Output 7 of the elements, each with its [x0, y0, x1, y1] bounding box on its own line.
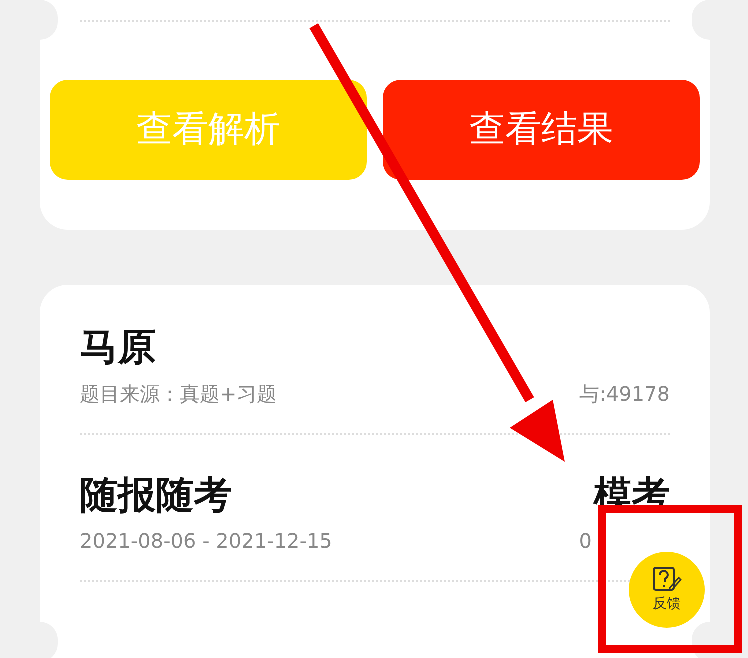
participant-count: 与:49178: [580, 380, 670, 408]
exam-title: 随报随考: [80, 472, 232, 518]
feedback-icon: [652, 566, 682, 594]
result-button[interactable]: 查看结果: [383, 80, 700, 180]
exam-source: 题目来源：真题+习题: [80, 380, 277, 408]
exam-dates: 2021-08-06 - 2021-12-15: [80, 528, 332, 556]
exam-title: 马原: [80, 325, 156, 371]
